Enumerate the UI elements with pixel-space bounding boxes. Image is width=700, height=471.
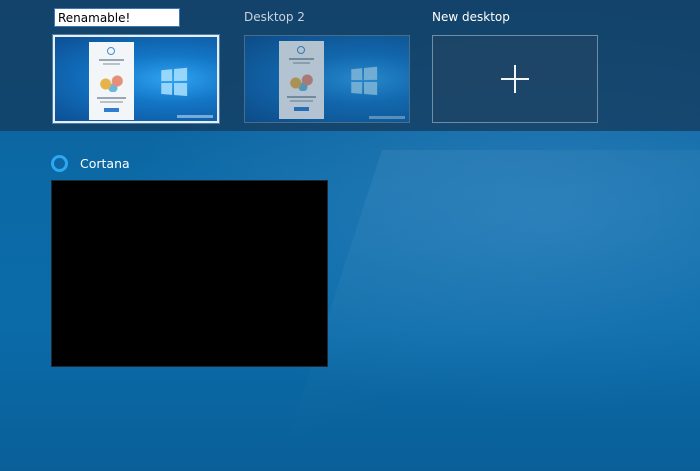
desktop-2-label: Desktop 2 bbox=[244, 10, 305, 24]
new-desktop-button[interactable] bbox=[432, 35, 598, 123]
windows-logo-icon bbox=[351, 66, 379, 98]
cortana-window-miniature bbox=[279, 41, 324, 119]
virtual-desktops-strip: Desktop 2 New desktop bbox=[0, 0, 700, 131]
taskbar-miniature bbox=[177, 115, 213, 118]
cortana-window-preview[interactable] bbox=[51, 180, 328, 367]
taskbar-miniature bbox=[369, 116, 405, 119]
wallpaper-image bbox=[55, 37, 217, 121]
desktop-name-input[interactable] bbox=[54, 8, 180, 27]
new-desktop-label: New desktop bbox=[432, 10, 510, 24]
wallpaper-image bbox=[245, 36, 409, 122]
cortana-ring-icon bbox=[51, 154, 68, 172]
desktop-2-thumbnail[interactable] bbox=[244, 35, 410, 123]
plus-icon bbox=[501, 65, 529, 93]
windows-logo-icon bbox=[161, 67, 189, 99]
cortana-window-miniature bbox=[89, 42, 134, 120]
window-header-cortana[interactable]: Cortana bbox=[51, 150, 130, 176]
task-view-screen: Desktop 2 New desktop Cortana bbox=[0, 0, 700, 471]
window-title: Cortana bbox=[80, 155, 130, 171]
desktop-1-thumbnail[interactable] bbox=[52, 34, 220, 124]
